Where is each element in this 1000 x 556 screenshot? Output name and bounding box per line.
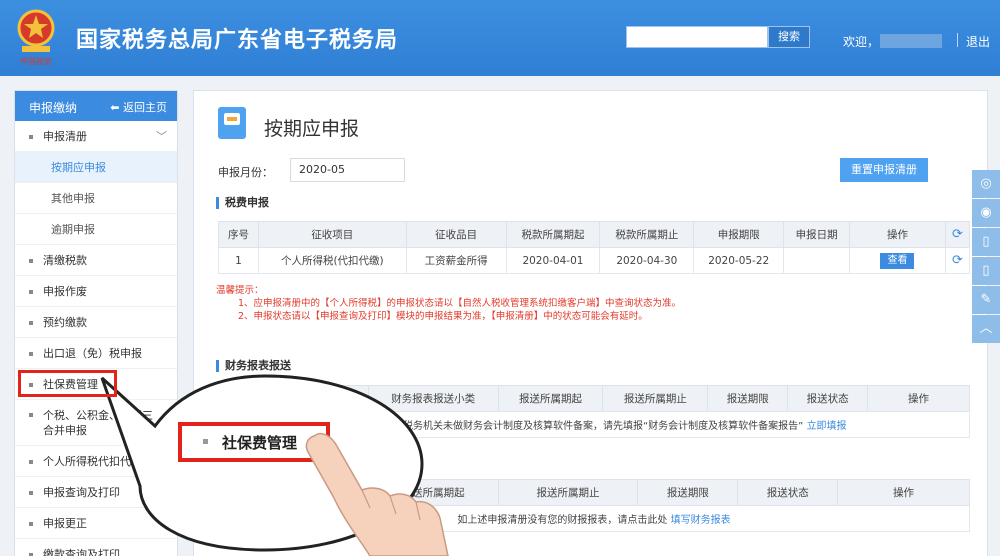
tip-line: 2、申报状态请以【申报查询及打印】模块的申报结果为准，【申报清册】中的状态可能会… — [238, 311, 648, 322]
sidebar-item-export-refund[interactable]: 出口退（免）税申报 — [15, 338, 177, 369]
period-input[interactable]: 2020-05 — [290, 158, 405, 182]
username-redacted — [880, 34, 942, 48]
bullet-icon — [29, 259, 33, 263]
cell-index: 1 — [218, 247, 259, 274]
column-header: 序号 — [218, 221, 259, 248]
cell-deadline: 2020-05-22 — [693, 247, 785, 274]
sidebar-item-scheduled-payment[interactable]: 预约缴款 — [15, 307, 177, 338]
bullet-icon — [29, 413, 33, 417]
callout-label: 社保费管理 — [222, 434, 298, 452]
bullet-icon — [203, 439, 208, 444]
welcome-text: 欢迎， — [843, 35, 880, 49]
sidebar-item-tax-payment[interactable]: 清缴税款 — [15, 245, 177, 276]
bullet-icon — [29, 522, 33, 526]
cell-start: 2020-04-01 — [505, 247, 601, 274]
cell-item: 个人所得税(代扣代缴) — [257, 247, 407, 274]
report-note: 如上述申报清册没有您的财报报表，请点击此处 — [457, 515, 668, 526]
column-header: 报送期限 — [707, 385, 789, 412]
table-row: 1 个人所得税(代扣代缴) 工资薪金所得 2020-04-01 2020-04-… — [218, 247, 971, 274]
cell-date — [783, 247, 851, 274]
back-to-top-icon[interactable]: ︿ — [972, 315, 1000, 343]
wechat-icon[interactable]: ◎ — [972, 170, 1000, 198]
bullet-icon — [29, 460, 33, 464]
sidebar-item-periodic-declaration[interactable]: 按期应申报 — [15, 152, 177, 183]
cell-end: 2020-04-30 — [599, 247, 695, 274]
fill-report-link[interactable]: 填写财务报表 — [671, 515, 731, 526]
column-header: 税款所属期起 — [505, 221, 601, 248]
column-header-refresh: ⟳ — [944, 221, 971, 248]
declaration-icon — [218, 107, 246, 139]
sidebar-title: 申报缴纳 — [29, 101, 78, 115]
tax-section-title: 税费申报 — [216, 197, 269, 209]
refresh-icon[interactable]: ⟳ — [952, 227, 963, 242]
back-arrow-icon: ⬅ — [110, 101, 123, 114]
back-home-link[interactable]: ⬅ 返回主页 — [110, 99, 167, 115]
header-divider — [957, 33, 958, 47]
search-button[interactable]: 搜索 — [768, 26, 810, 48]
pointing-hand-icon — [305, 432, 449, 556]
column-header: 操作 — [867, 385, 970, 412]
column-header: 申报期限 — [693, 221, 785, 248]
tax-table: 序号 征收项目 征收品目 税款所属期起 税款所属期止 申报期限 申报日期 操作 … — [218, 221, 971, 274]
column-header: 报送状态 — [737, 479, 839, 506]
bullet-icon — [29, 321, 33, 325]
logout-link[interactable]: 退出 — [966, 33, 990, 50]
page-title: 按期应申报 — [264, 118, 360, 140]
bullet-icon — [29, 290, 33, 294]
national-emblem-logo: 中国税务 — [17, 9, 55, 66]
column-header: 报送状态 — [787, 385, 869, 412]
column-header: 征收项目 — [257, 221, 407, 248]
top-header: 中国税务 国家税务总局广东省电子税务局 搜索 欢迎， 退出 — [0, 0, 1000, 76]
column-header: 征收品目 — [405, 221, 507, 248]
column-header: 报送所属期止 — [602, 385, 709, 412]
sidebar-item-declaration-void[interactable]: 申报作废 — [15, 276, 177, 307]
bullet-icon — [29, 352, 33, 356]
svg-text:中国税务: 中国税务 — [20, 56, 52, 66]
column-header: 申报日期 — [783, 221, 851, 248]
cell-action: 查看 — [849, 247, 946, 274]
sidebar-header: 申报缴纳 ⬅ 返回主页 — [15, 91, 177, 121]
period-label: 申报月份： — [218, 166, 273, 179]
column-header: 操作 — [849, 221, 946, 248]
site-title: 国家税务总局广东省电子税务局 — [76, 28, 399, 53]
fill-now-link[interactable]: 立即填报 — [807, 421, 847, 432]
table-header-row: 序号 征收项目 征收品目 税款所属期起 税款所属期止 申报期限 申报日期 操作 … — [218, 221, 971, 248]
cell-subitem: 工资薪金所得 — [405, 247, 507, 274]
cell-refresh: ⟳ — [944, 247, 971, 274]
sidebar-item-overdue-declaration[interactable]: 逾期申报 — [15, 214, 177, 245]
refresh-icon[interactable]: ⟳ — [952, 253, 963, 268]
mobile-icon[interactable]: ▯ — [972, 228, 1000, 256]
column-header: 报送期限 — [637, 479, 739, 506]
search-input[interactable] — [626, 26, 768, 48]
column-header: 税款所属期止 — [599, 221, 695, 248]
reset-declaration-list-button[interactable]: 重置申报清册 — [840, 158, 928, 182]
column-header: 操作 — [837, 479, 970, 506]
column-header: 报送所属期止 — [497, 479, 639, 506]
view-button[interactable]: 查看 — [880, 252, 915, 269]
chevron-down-icon: ﹀ — [156, 130, 167, 143]
sidebar-item-other-declaration[interactable]: 其他申报 — [15, 183, 177, 214]
floating-toolbar: ◎ ◉ ▯ ▯ ✎ ︿ — [972, 170, 1000, 344]
column-header: 报送所属期起 — [497, 385, 604, 412]
bullet-icon — [29, 135, 33, 139]
tip-line: 1、应申报清册中的【个人所得税】的申报状态请以【自然人税收管理系统扣缴客户端】中… — [238, 298, 682, 309]
highlight-box-social-insurance — [18, 370, 117, 397]
tips-block: 温馨提示： 1、应申报清册中的【个人所得税】的申报状态请以【自然人税收管理系统扣… — [216, 284, 681, 323]
feedback-icon[interactable]: ✎ — [972, 286, 1000, 314]
tips-title: 温馨提示： — [216, 285, 264, 296]
bullet-icon — [29, 491, 33, 495]
weibo-icon[interactable]: ◉ — [972, 199, 1000, 227]
app-icon[interactable]: ▯ — [972, 257, 1000, 285]
sidebar-item-declaration-list[interactable]: 申报清册 ﹀ — [15, 121, 177, 152]
